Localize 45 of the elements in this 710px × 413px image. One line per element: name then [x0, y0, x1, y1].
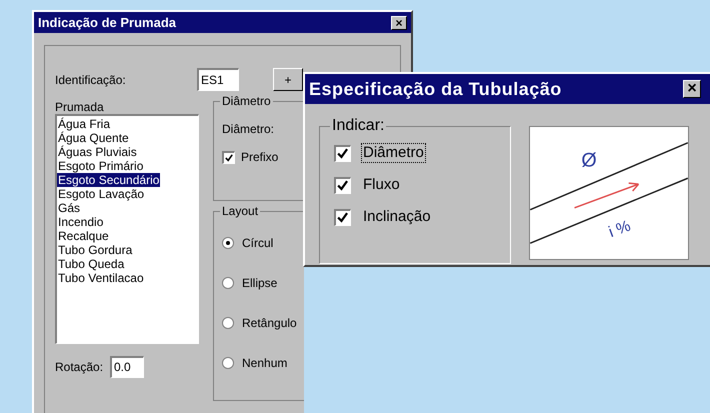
window-title: Especificação da Tubulação: [309, 78, 562, 101]
radio-label: Retângulo: [242, 315, 297, 332]
field-label: Rotação:: [55, 359, 104, 376]
add-button[interactable]: +: [273, 68, 303, 91]
list-item[interactable]: Águas Pluviais: [57, 145, 138, 159]
list-item[interactable]: Tubo Ventilacao: [57, 271, 145, 285]
radio-label: Círcul: [242, 235, 274, 252]
checkbox[interactable]: [222, 150, 235, 164]
radio-button[interactable]: [222, 237, 234, 249]
radio-button[interactable]: [222, 357, 234, 369]
list-item[interactable]: Gás: [57, 201, 82, 215]
list-item[interactable]: Incendio: [57, 215, 104, 229]
arrow-icon: [574, 182, 640, 208]
radio-label: Ellipse: [242, 275, 278, 292]
checkbox[interactable]: [334, 176, 351, 194]
group-title: Layout: [220, 204, 260, 218]
diameter-symbol: Ø: [581, 149, 597, 172]
checkbox[interactable]: [334, 208, 351, 226]
input-field[interactable]: ES1: [197, 68, 239, 91]
list-label: Prumada: [55, 101, 105, 114]
close-button[interactable]: ×: [683, 80, 701, 98]
list-item[interactable]: Água Quente: [57, 131, 130, 145]
field-label: Diâmetro:: [222, 121, 276, 138]
list-item[interactable]: Esgoto Primário: [57, 159, 144, 173]
radio-label: Nenhum: [242, 355, 288, 372]
checkbox-label: Diâmetro: [361, 143, 426, 163]
checkbox-label: Prefixo: [241, 149, 278, 166]
list-item[interactable]: Água Fria: [57, 117, 112, 131]
checkbox-label: Inclinação: [362, 207, 432, 227]
input-field[interactable]: 0.0: [110, 356, 144, 378]
field-label: Identificação:: [55, 72, 127, 88]
list-item[interactable]: Recalque: [57, 229, 110, 243]
list-item[interactable]: Esgoto Lavação: [57, 187, 146, 201]
list-item[interactable]: Tubo Queda: [57, 257, 126, 271]
group-title: Diâmetro: [220, 94, 273, 108]
radio-button[interactable]: [222, 277, 234, 289]
list-box[interactable]: Água Fria Água Quente Águas Pluviais Esgoto Primário Esgoto Secundário Esgoto Lavação Gás Incendio Recalque Tubo Gordura Tubo Queda Tubo Ventilacao: [55, 114, 199, 344]
list-item[interactable]: Esgoto Secundário: [57, 173, 160, 187]
close-button[interactable]: ×: [391, 16, 407, 30]
list-item[interactable]: Tubo Gordura: [57, 243, 134, 257]
checkbox[interactable]: [334, 144, 351, 162]
radio-button[interactable]: [222, 317, 234, 329]
slope-label: i %: [606, 218, 633, 242]
window-title: Indicação de Prumada: [38, 14, 176, 32]
checkbox-label: Fluxo: [362, 175, 401, 195]
